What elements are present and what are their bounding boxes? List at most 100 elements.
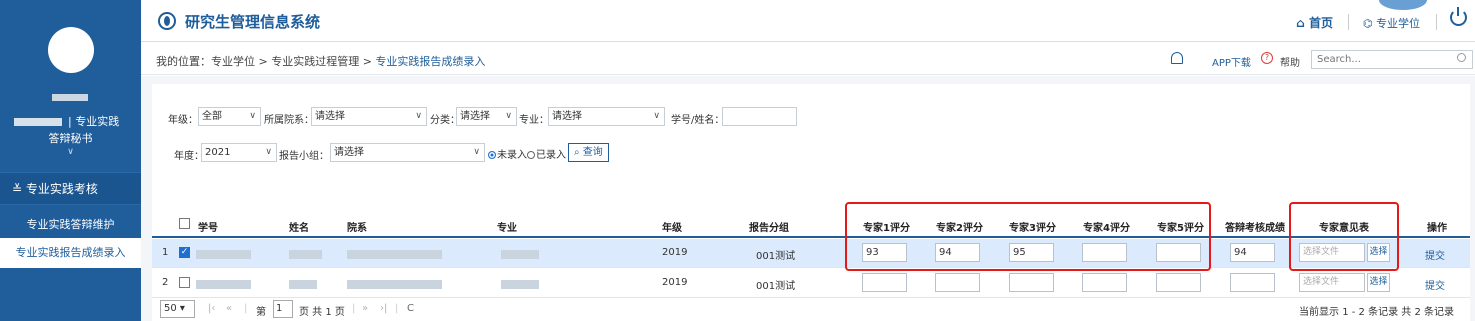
- breadcrumb-current: 专业实践报告成绩录入: [375, 55, 486, 68]
- score1-input[interactable]: [862, 273, 907, 292]
- page-prefix: 第: [256, 307, 266, 318]
- sidebar-item-defense-maintain[interactable]: 专业实践答辩维护: [0, 210, 141, 240]
- divider: [1436, 14, 1437, 30]
- table-row[interactable]: 1 ✓ 2019 001测试 93 94 95 94 选择文件 选择 提交: [152, 239, 1470, 268]
- next-page-icon[interactable]: »: [362, 303, 368, 314]
- grade-select[interactable]: 全部: [198, 107, 261, 126]
- last-page-icon[interactable]: ›|: [380, 303, 387, 314]
- row-index: 1: [162, 247, 169, 258]
- sidebar-section-label: 专业实践考核: [25, 182, 98, 196]
- choose-file-button[interactable]: 选择: [1367, 273, 1390, 292]
- help-link[interactable]: 帮助: [1280, 54, 1300, 69]
- home-label: 首页: [1308, 16, 1333, 30]
- divider: |: [244, 303, 248, 314]
- home-icon: ⌂: [1296, 16, 1309, 30]
- row-grade: 2019: [662, 247, 688, 258]
- content-panel: 年级： 全部 所属院系： 请选择 分类： 请选择 专业： 请选择 学号/姓名： …: [152, 84, 1470, 321]
- col-grade: 年级: [662, 223, 682, 234]
- row-checkbox[interactable]: [179, 277, 190, 288]
- row-grade: 2019: [662, 277, 688, 288]
- breadcrumb-bar: 我的位置：专业学位 > 专业实践过程管理 > 专业实践报告成绩录入 APP下载 …: [141, 43, 1475, 75]
- score3-input[interactable]: [1009, 273, 1054, 292]
- degree-link[interactable]: ⌬ 专业学位: [1363, 15, 1420, 31]
- college-redacted: [347, 279, 442, 290]
- major-select[interactable]: 请选择: [548, 107, 665, 126]
- sidebar: | 专业实践 答辩秘书 ∨ ≚ 专业实践考核 专业实践答辩维护 专业实践报告成绩…: [0, 0, 141, 321]
- col-final: 答辩考核成绩: [1225, 223, 1285, 234]
- record-info: 当前显示 1 - 2 条记录 共 2 条记录: [1299, 307, 1454, 318]
- breadcrumb: 我的位置：专业学位 > 专业实践过程管理 > 专业实践报告成绩录入: [156, 53, 485, 69]
- page-suffix: 页 共 1 页: [299, 307, 345, 318]
- user-role-sub: 答辩秘书: [48, 132, 93, 145]
- score2-input[interactable]: [935, 273, 980, 292]
- select-all-checkbox[interactable]: [179, 218, 190, 229]
- group-label: 报告小组：: [279, 151, 329, 162]
- year-label: 年度：: [174, 151, 204, 162]
- home-link[interactable]: ⌂ 首页: [1296, 14, 1333, 31]
- page-size-value: 50: [164, 303, 177, 314]
- score5-input[interactable]: [1156, 273, 1201, 292]
- role-suffix: | 专业实践: [68, 115, 120, 128]
- help-icon[interactable]: ?: [1261, 52, 1273, 64]
- page-size-select[interactable]: 50 ▾: [160, 300, 195, 318]
- row-checkbox[interactable]: ✓: [179, 247, 190, 258]
- score4-input[interactable]: [1082, 273, 1127, 292]
- search-input[interactable]: [1311, 50, 1473, 69]
- degree-label: 专业学位: [1376, 17, 1420, 30]
- final-score-input[interactable]: [1230, 273, 1275, 292]
- search-icon: ⌕: [574, 147, 583, 158]
- college-select[interactable]: 请选择: [311, 107, 427, 126]
- year-select[interactable]: 2021: [201, 143, 277, 162]
- breadcrumb-path[interactable]: 专业学位 > 专业实践过程管理 >: [211, 55, 375, 68]
- sidebar-section[interactable]: ≚ 专业实践考核: [0, 172, 141, 205]
- student-input[interactable]: [722, 107, 797, 126]
- radio-unentered-label: 未录入: [497, 150, 527, 161]
- avatar: [48, 27, 94, 73]
- power-icon[interactable]: [1450, 7, 1467, 26]
- decoration: [1379, 0, 1427, 10]
- student-name-redacted: [289, 279, 317, 290]
- category-select[interactable]: 请选择: [456, 107, 517, 126]
- table-header: 学号 姓名 院系 专业 年级 报告分组 专家1评分 专家2评分 专家3评分 专家…: [152, 212, 1470, 238]
- annotation-box-scores: [845, 202, 1211, 271]
- app-download-link[interactable]: APP下载: [1212, 54, 1251, 69]
- major-redacted: [501, 249, 539, 260]
- col-major: 专业: [497, 223, 517, 234]
- user-role: | 专业实践: [14, 113, 134, 129]
- college-label: 所属院系：: [264, 115, 314, 126]
- submit-link[interactable]: 提交: [1425, 247, 1445, 262]
- radio-entered[interactable]: [527, 151, 535, 159]
- app-title: 研究生管理信息系统: [185, 13, 321, 31]
- col-action: 操作: [1427, 223, 1447, 234]
- student-name-redacted: [289, 249, 322, 260]
- row-group: 001测试: [756, 251, 796, 262]
- page-input[interactable]: 1: [273, 300, 293, 318]
- table-row[interactable]: 2 2019 001测试 选择文件 选择 提交: [152, 269, 1470, 298]
- role-redacted: [14, 118, 62, 126]
- top-header: 研究生管理信息系统 ⌂ 首页 ⌬ 专业学位: [141, 0, 1475, 42]
- annotation-box-opinion: [1289, 202, 1399, 271]
- college-redacted: [347, 249, 442, 260]
- file-input[interactable]: 选择文件: [1299, 273, 1365, 292]
- col-college: 院系: [347, 223, 367, 234]
- refresh-icon[interactable]: C: [407, 303, 414, 314]
- logo-icon: [158, 12, 176, 30]
- first-page-icon[interactable]: |‹: [208, 303, 215, 314]
- col-id: 学号: [198, 223, 218, 234]
- bell-icon[interactable]: [1171, 52, 1183, 64]
- search-icon[interactable]: [1457, 53, 1466, 62]
- student-label: 学号/姓名：: [671, 115, 725, 126]
- query-button-label: 查询: [582, 147, 603, 158]
- student-id-redacted: [196, 249, 251, 260]
- final-score-input[interactable]: 94: [1230, 243, 1275, 262]
- sidebar-item-score-entry[interactable]: 专业实践报告成绩录入: [0, 238, 141, 268]
- group-select[interactable]: 请选择: [330, 143, 485, 162]
- prev-page-icon[interactable]: «: [226, 303, 232, 314]
- submit-link[interactable]: 提交: [1425, 277, 1445, 292]
- chevron-down-icon: ▾: [179, 303, 185, 314]
- query-button[interactable]: ⌕ 查询: [568, 143, 609, 162]
- major-redacted: [501, 279, 539, 290]
- chevron-down-icon[interactable]: ∨: [0, 147, 141, 157]
- collapse-icon: ≚: [12, 182, 23, 196]
- radio-unentered[interactable]: [488, 151, 496, 159]
